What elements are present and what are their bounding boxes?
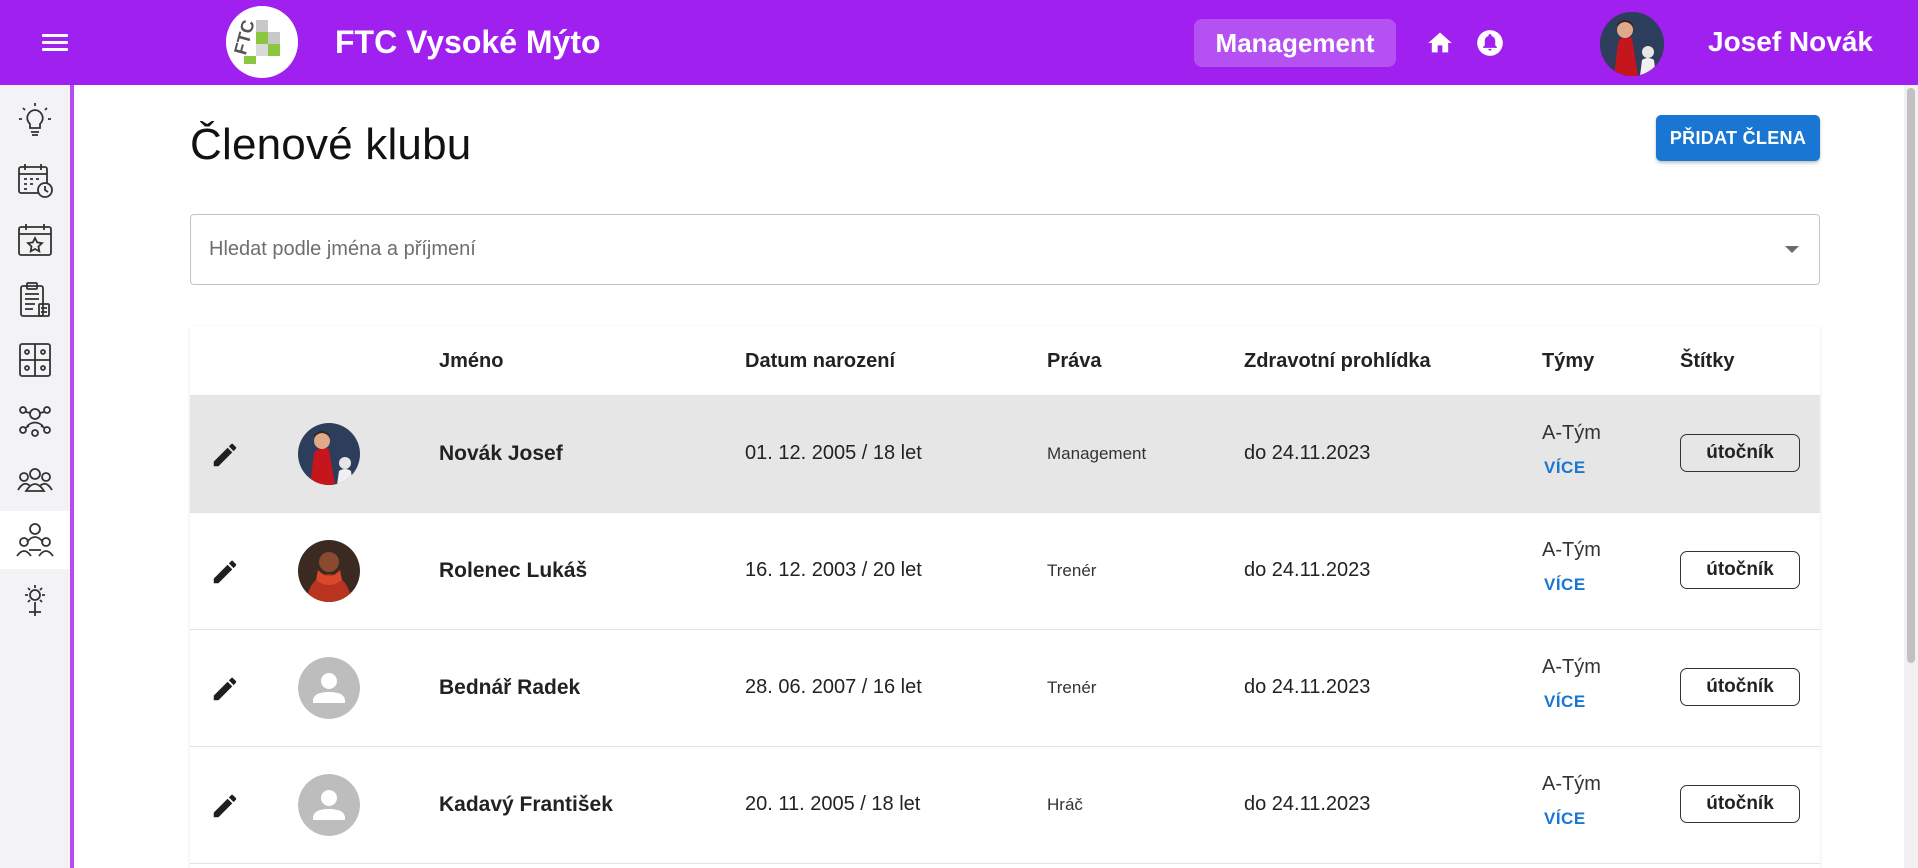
table-row[interactable]: Rolenec Lukáš 16. 12. 2003 / 20 let Tren…	[190, 513, 1820, 630]
club-logo[interactable]: FTC	[226, 6, 298, 78]
lightbulb-icon	[19, 103, 51, 136]
clipboard-list-icon	[20, 282, 50, 317]
group-icon	[17, 468, 53, 492]
sidebar-item-settings[interactable]	[0, 571, 70, 629]
sidebar-item-attendance[interactable]	[0, 271, 70, 329]
tag-chip[interactable]: útočník	[1680, 551, 1800, 589]
default-avatar-icon	[298, 657, 360, 719]
member-dob: 01. 12. 2005 / 18 let	[745, 442, 922, 464]
default-avatar-icon	[298, 774, 360, 836]
scrollbar-thumb[interactable]	[1907, 88, 1915, 663]
app-bar: FTC FTC Vysoké Mýto Management Josef Nov…	[0, 0, 1918, 85]
edit-icon[interactable]	[210, 791, 240, 821]
table-header: Jméno Datum narození Práva Zdravotní pro…	[190, 326, 1820, 396]
search-input[interactable]	[209, 238, 1785, 261]
member-name: Bednář Radek	[439, 676, 581, 699]
members-icon	[16, 523, 54, 557]
sidebar	[0, 85, 74, 868]
avatar	[298, 540, 360, 602]
network-people-icon	[19, 406, 51, 437]
calendar-star-icon	[18, 224, 52, 256]
member-health-check: do 24.11.2023	[1244, 442, 1371, 464]
sidebar-item-schedule[interactable]	[0, 151, 70, 209]
calendar-clock-icon	[18, 164, 53, 198]
bell-icon[interactable]	[1476, 29, 1504, 57]
edit-icon[interactable]	[210, 440, 240, 470]
member-team: A-Tým	[1542, 773, 1601, 795]
member-health-check: do 24.11.2023	[1244, 793, 1371, 815]
tactics-board-icon	[19, 343, 51, 377]
sidebar-item-network[interactable]	[0, 391, 70, 449]
teams-more-link[interactable]: VÍCE	[1544, 458, 1586, 478]
table-row[interactable]: Kadavý František 20. 11. 2005 / 18 let H…	[190, 747, 1820, 864]
column-header-dob[interactable]: Datum narození	[745, 350, 895, 373]
column-header-rights[interactable]: Práva	[1047, 350, 1102, 373]
tag-chip[interactable]: útočník	[1680, 668, 1800, 706]
member-health-check: do 24.11.2023	[1244, 676, 1371, 698]
column-header-teams[interactable]: Týmy	[1542, 350, 1594, 373]
member-rights: Management	[1047, 444, 1147, 463]
add-member-button[interactable]: PŘIDAT ČLENA	[1656, 115, 1820, 161]
members-table: Jméno Datum narození Práva Zdravotní pro…	[190, 326, 1820, 868]
column-header-tags[interactable]: Štítky	[1680, 350, 1734, 373]
column-header-name[interactable]: Jméno	[439, 350, 503, 373]
member-rights: Trenér	[1047, 678, 1097, 697]
member-rights: Hráč	[1047, 795, 1083, 814]
page-title: Členové klubu	[190, 120, 472, 169]
edit-icon[interactable]	[210, 674, 240, 704]
table-row[interactable]: Novák Josef 01. 12. 2005 / 18 let Manage…	[190, 396, 1820, 513]
teams-more-link[interactable]: VÍCE	[1544, 692, 1586, 712]
avatar	[298, 423, 360, 485]
chevron-down-icon[interactable]	[1785, 246, 1799, 253]
teams-more-link[interactable]: VÍCE	[1544, 809, 1586, 829]
home-icon[interactable]	[1426, 29, 1454, 57]
member-team: A-Tým	[1542, 656, 1601, 678]
table-row[interactable]: Bednář Radek 28. 06. 2007 / 16 let Trené…	[190, 630, 1820, 747]
member-name: Rolenec Lukáš	[439, 559, 588, 582]
role-chip[interactable]: Management	[1194, 19, 1396, 67]
menu-icon[interactable]	[40, 30, 70, 54]
edit-icon[interactable]	[210, 557, 240, 587]
member-name: Novák Josef	[439, 442, 563, 465]
member-name: Kadavý František	[439, 793, 613, 816]
user-name[interactable]: Josef Novák	[1708, 26, 1873, 58]
sidebar-item-events[interactable]	[0, 211, 70, 269]
column-header-health[interactable]: Zdravotní prohlídka	[1244, 350, 1431, 373]
member-dob: 20. 11. 2005 / 18 let	[745, 793, 921, 815]
member-team: A-Tým	[1542, 539, 1601, 561]
sidebar-item-ideas[interactable]	[0, 91, 70, 149]
user-avatar[interactable]	[1600, 12, 1664, 76]
member-dob: 28. 06. 2007 / 16 let	[745, 676, 922, 698]
gear-tree-icon	[25, 585, 45, 616]
member-team: A-Tým	[1542, 422, 1601, 444]
sidebar-item-teams[interactable]	[0, 451, 70, 509]
member-dob: 16. 12. 2003 / 20 let	[745, 559, 922, 581]
tag-chip[interactable]: útočník	[1680, 434, 1800, 472]
member-rights: Trenér	[1047, 561, 1097, 580]
member-health-check: do 24.11.2023	[1244, 559, 1371, 581]
tag-chip[interactable]: útočník	[1680, 785, 1800, 823]
brand-title: FTC Vysoké Mýto	[335, 24, 601, 60]
sidebar-item-members[interactable]	[0, 511, 70, 569]
teams-more-link[interactable]: VÍCE	[1544, 575, 1586, 595]
search-field[interactable]	[190, 214, 1820, 285]
sidebar-item-tactics[interactable]	[0, 331, 70, 389]
